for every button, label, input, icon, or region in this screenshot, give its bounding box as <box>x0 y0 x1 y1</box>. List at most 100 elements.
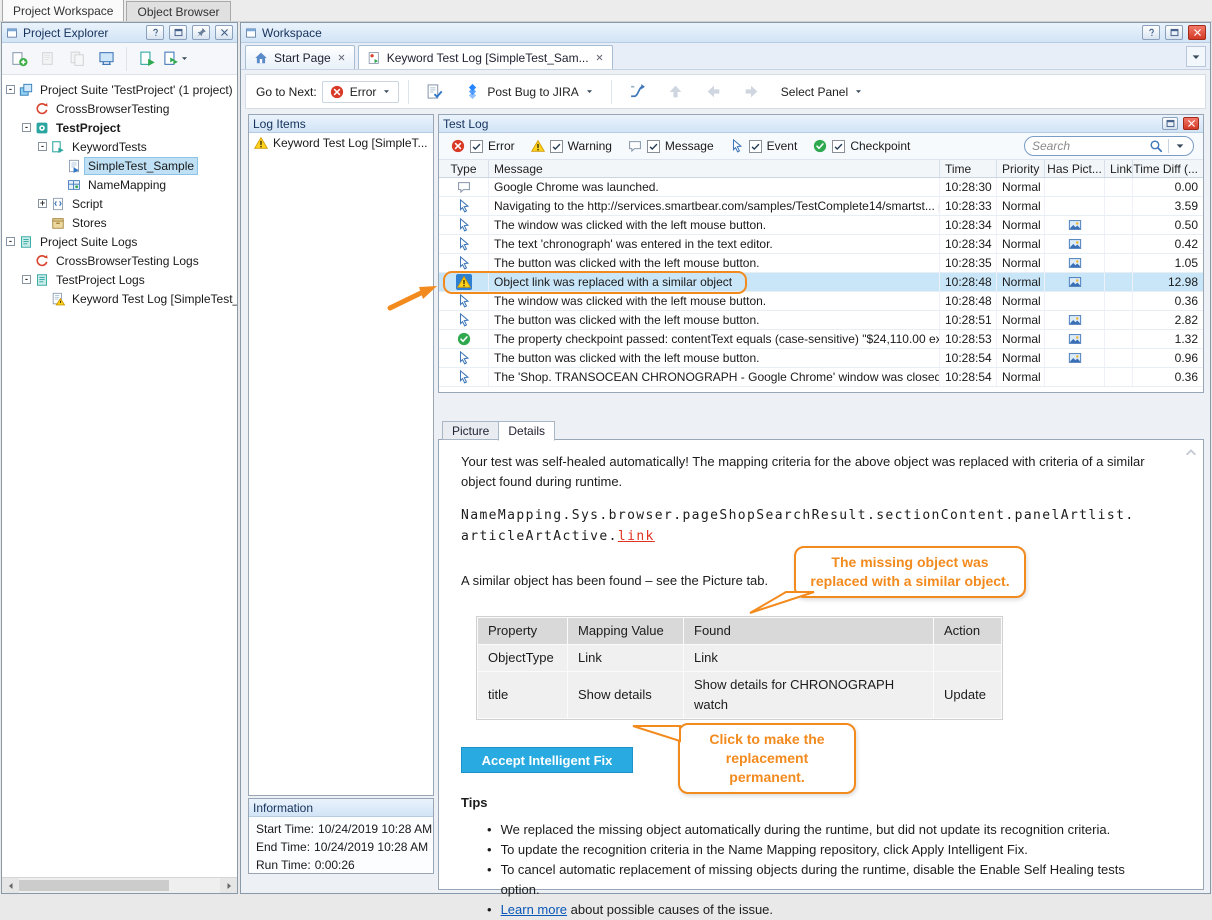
log-row[interactable]: Navigating to the http://services.smartb… <box>439 197 1203 216</box>
learn-more-link[interactable]: Learn more <box>501 902 567 917</box>
tab-details[interactable]: Details <box>498 421 555 441</box>
picture-icon[interactable] <box>1068 275 1082 289</box>
check-icon <box>648 141 659 152</box>
tab-picture[interactable]: Picture <box>442 421 499 440</box>
close-button[interactable] <box>1183 117 1199 130</box>
accept-intelligent-fix-button[interactable]: Accept Intelligent Fix <box>461 747 633 773</box>
tab-keyword-test-log[interactable]: Keyword Test Log [SimpleTest_Sam... <box>358 45 613 69</box>
tab-list-dropdown-button[interactable] <box>1186 46 1206 67</box>
picture-icon[interactable] <box>1068 256 1082 270</box>
log-row[interactable]: The text 'chronograph' was entered in th… <box>439 235 1203 254</box>
tree-item-namemapping[interactable]: NameMapping <box>2 175 237 194</box>
help-button[interactable] <box>1142 25 1160 40</box>
go-to-next-error-dropdown[interactable]: Error <box>322 81 400 103</box>
tree-item-simpletest-sample[interactable]: SimpleTest_Sample <box>2 156 237 175</box>
show-report-button[interactable] <box>418 79 451 104</box>
maximize-button[interactable] <box>169 25 187 40</box>
log-row[interactable]: The button was clicked with the left mou… <box>439 254 1203 273</box>
column-header-link[interactable]: Link <box>1105 160 1133 177</box>
next-run-button[interactable] <box>621 79 654 104</box>
tab-object-browser[interactable]: Object Browser <box>126 1 230 21</box>
log-row[interactable]: The button was clicked with the left mou… <box>439 349 1203 368</box>
scrollbar-thumb[interactable] <box>19 880 169 891</box>
message-checkbox[interactable] <box>647 140 660 153</box>
picture-icon[interactable] <box>1068 313 1082 327</box>
tab-start-page[interactable]: Start Page <box>245 45 355 69</box>
go-up-button[interactable] <box>659 79 692 104</box>
picture-icon[interactable] <box>1068 332 1082 346</box>
filter-error[interactable]: Error <box>451 139 515 153</box>
collapse-expander[interactable]: - <box>22 275 31 284</box>
select-panel-dropdown[interactable]: Select Panel <box>773 81 871 103</box>
post-bug-to-jira-button[interactable]: Post Bug to JIRA <box>456 79 601 104</box>
close-button[interactable] <box>215 25 233 40</box>
go-forward-button[interactable] <box>735 79 768 104</box>
help-button[interactable] <box>146 25 164 40</box>
filter-message[interactable]: Message <box>628 139 714 153</box>
add-existing-item-button[interactable] <box>64 46 90 71</box>
pin-button[interactable] <box>192 25 210 40</box>
horizontal-scrollbar[interactable] <box>2 877 237 893</box>
log-row[interactable]: The button was clicked with the left mou… <box>439 311 1203 330</box>
log-row[interactable]: The property checkpoint passed: contentT… <box>439 330 1203 349</box>
cell-action[interactable]: Update <box>934 672 1002 719</box>
close-button[interactable] <box>1188 25 1206 40</box>
column-header-time-diff[interactable]: Time Diff (... <box>1133 160 1203 177</box>
column-header-has-picture[interactable]: Has Pict... <box>1045 160 1105 177</box>
collapse-expander[interactable]: - <box>6 85 15 94</box>
chevron-down-icon[interactable] <box>1174 140 1186 152</box>
close-tab-icon[interactable] <box>337 51 346 65</box>
log-item-keyword-test-log[interactable]: Keyword Test Log [SimpleT... <box>249 133 433 153</box>
collapse-expander[interactable]: - <box>22 123 31 132</box>
tree-item-keywordtests[interactable]: -KeywordTests <box>2 137 237 156</box>
add-new-item-button[interactable] <box>6 46 32 71</box>
tree-item-project-suite-logs[interactable]: -Project Suite Logs <box>2 232 237 251</box>
picture-icon[interactable] <box>1068 351 1082 365</box>
tree-item-testproject[interactable]: -TestProject <box>2 118 237 137</box>
log-row[interactable]: The window was clicked with the left mou… <box>439 292 1203 311</box>
column-header-time[interactable]: Time <box>940 160 997 177</box>
tree-item-script[interactable]: +Script <box>2 194 237 213</box>
picture-icon[interactable] <box>1068 218 1082 232</box>
tree-item-crossbrowsertesting[interactable]: CrossBrowserTesting <box>2 99 237 118</box>
warning-checkbox[interactable] <box>550 140 563 153</box>
add-new-item-disabled-button[interactable] <box>35 46 61 71</box>
log-row[interactable]: The window was clicked with the left mou… <box>439 216 1203 235</box>
search-icon[interactable] <box>1149 139 1163 153</box>
cell-message: The window was clicked with the left mou… <box>489 216 940 234</box>
tree-item-stores[interactable]: Stores <box>2 213 237 232</box>
column-header-type[interactable]: Type <box>439 160 489 177</box>
run-project-button[interactable] <box>163 46 189 71</box>
scroll-right-button[interactable] <box>220 878 237 893</box>
column-header-priority[interactable]: Priority <box>997 160 1045 177</box>
column-header-message[interactable]: Message <box>489 160 940 177</box>
close-tab-icon[interactable] <box>595 51 604 65</box>
collapse-expander[interactable]: - <box>6 237 15 246</box>
filter-checkpoint[interactable]: Checkpoint <box>813 139 910 153</box>
log-row[interactable]: Google Chrome was launched.10:28:30Norma… <box>439 178 1203 197</box>
tab-project-workspace[interactable]: Project Workspace <box>2 0 124 21</box>
tree-item-keyword-test-log[interactable]: Keyword Test Log [SimpleTest_S... <box>2 289 237 308</box>
organize-panels-button[interactable] <box>93 46 119 71</box>
go-back-button[interactable] <box>697 79 730 104</box>
tree-item-testproject-logs[interactable]: -TestProject Logs <box>2 270 237 289</box>
error-checkbox[interactable] <box>470 140 483 153</box>
filter-warning[interactable]: Warning <box>531 139 612 153</box>
event-checkbox[interactable] <box>749 140 762 153</box>
checkpoint-checkbox[interactable] <box>832 140 845 153</box>
search-input[interactable] <box>1032 139 1144 153</box>
tree-item-project-suite[interactable]: -Project Suite 'TestProject' (1 project) <box>2 80 237 99</box>
tree-item-cbt-logs[interactable]: CrossBrowserTesting Logs <box>2 251 237 270</box>
expand-expander[interactable]: + <box>38 199 47 208</box>
log-row-selected-warning[interactable]: Object link was replaced with a similar … <box>439 273 1203 292</box>
filter-event[interactable]: Event <box>730 139 798 153</box>
link-property-link[interactable]: link <box>618 529 655 544</box>
maximize-button[interactable] <box>1165 25 1183 40</box>
collapse-expander[interactable]: - <box>38 142 47 151</box>
run-keyword-test-button[interactable] <box>134 46 160 71</box>
log-row[interactable]: The 'Shop. TRANSOCEAN CHRONOGRAPH - Goog… <box>439 368 1203 387</box>
picture-icon[interactable] <box>1068 237 1082 251</box>
scroll-up-hint-icon[interactable] <box>1184 446 1198 466</box>
scroll-left-button[interactable] <box>2 878 19 893</box>
maximize-button[interactable] <box>1162 117 1178 130</box>
